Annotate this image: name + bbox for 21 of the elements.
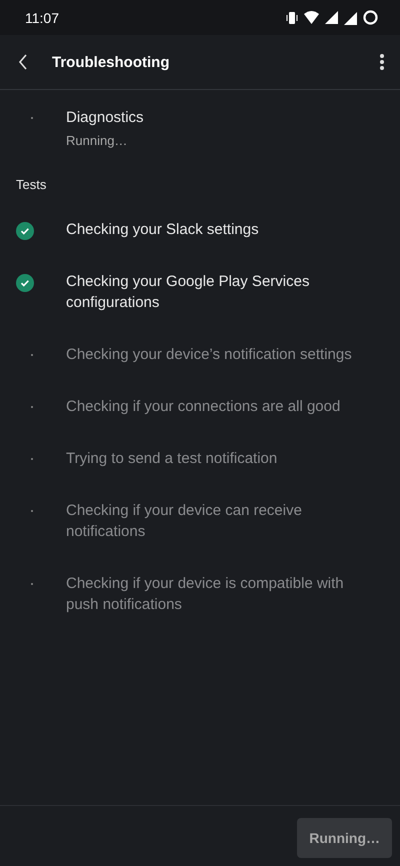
more-vertical-icon xyxy=(380,54,384,70)
signal-icon xyxy=(325,11,338,24)
test-label: Checking if your device is compatible with push notifications xyxy=(66,574,345,615)
screen-title: Troubleshooting xyxy=(52,54,170,70)
check-circle-icon xyxy=(16,274,34,292)
test-label: Checking if your device can receive notifications xyxy=(66,501,303,542)
test-label: Checking your device’s notification settings xyxy=(66,345,353,365)
battery-ring-icon xyxy=(363,10,378,25)
section-heading: Tests xyxy=(15,176,48,194)
test-label: Checking if your connections are all good xyxy=(66,397,342,417)
test-label: Checking your Slack settings xyxy=(66,220,260,240)
test-label: Checking your Google Play Services configurations xyxy=(66,272,310,313)
test-label: Trying to send a test notification xyxy=(66,449,278,469)
wifi-icon xyxy=(304,11,319,24)
vibrate-icon xyxy=(286,10,298,24)
diagnostics-status: Running… xyxy=(66,132,128,150)
signal-icon xyxy=(344,10,357,24)
diagnostics-title: Diagnostics xyxy=(66,108,144,128)
status-time: 11:07 xyxy=(25,10,59,26)
back-icon xyxy=(18,54,28,70)
check-circle-icon xyxy=(16,222,34,240)
